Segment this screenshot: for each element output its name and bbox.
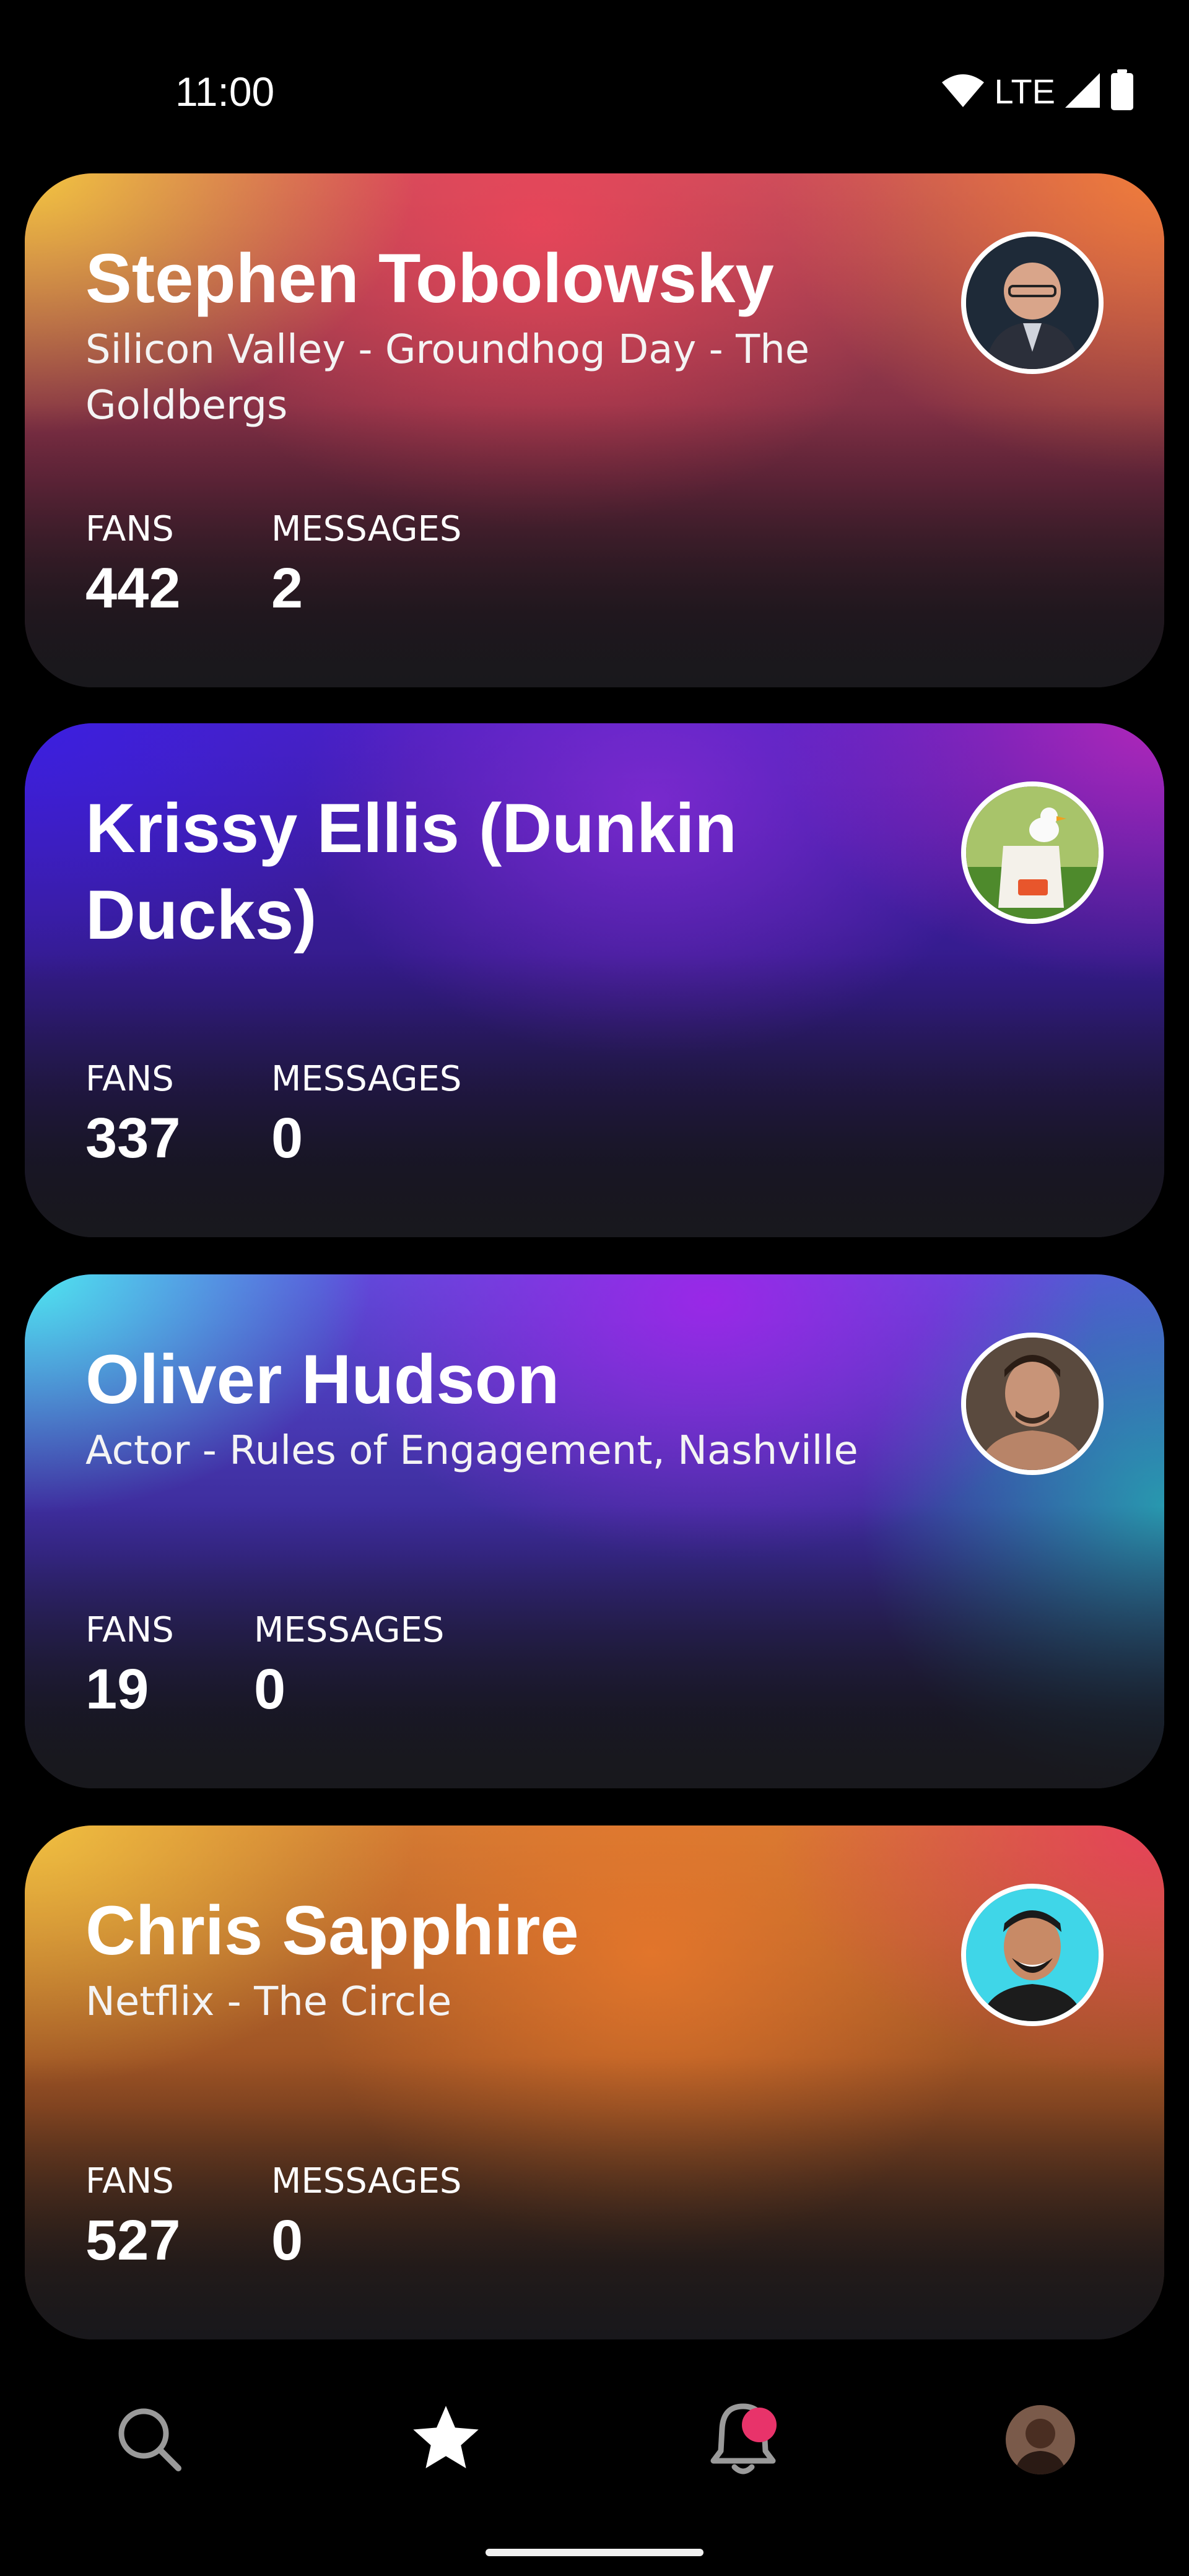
creator-card[interactable]: Oliver Hudson Actor - Rules of Engagemen… bbox=[25, 1274, 1164, 1788]
fans-label: FANS bbox=[85, 509, 174, 549]
search-icon bbox=[114, 2404, 183, 2476]
creator-card[interactable]: Chris Sapphire Netflix - The Circle FANS… bbox=[25, 1825, 1164, 2339]
fans-label: FANS bbox=[85, 1059, 174, 1099]
creator-name: Stephen Tobolowsky bbox=[85, 240, 774, 317]
fans-stat: FANS 19 bbox=[85, 1609, 174, 1720]
home-indicator[interactable] bbox=[486, 2549, 703, 2556]
battery-icon bbox=[1110, 69, 1135, 115]
messages-label: MESSAGES bbox=[271, 509, 462, 549]
notification-badge bbox=[742, 2408, 777, 2442]
messages-count: 0 bbox=[271, 2209, 303, 2272]
wifi-icon bbox=[941, 72, 985, 111]
creator-subtitle: Netflix - The Circle bbox=[85, 1979, 452, 2025]
messages-stat: MESSAGES 0 bbox=[271, 2160, 461, 2271]
creator-avatar[interactable] bbox=[961, 1884, 1104, 2026]
creator-card[interactable]: Krissy Ellis (Dunkin Ducks) FANS 337 MES… bbox=[25, 723, 1164, 1237]
nav-search-button[interactable] bbox=[99, 2390, 198, 2489]
fans-label: FANS bbox=[85, 1610, 174, 1650]
fans-stat: FANS 337 bbox=[85, 1058, 181, 1169]
nav-favorites-button[interactable] bbox=[396, 2390, 495, 2489]
status-bar: 11:00 LTE bbox=[0, 0, 1189, 161]
star-icon bbox=[407, 2400, 484, 2480]
fans-stat: FANS 527 bbox=[85, 2160, 181, 2271]
messages-stat: MESSAGES 2 bbox=[271, 508, 461, 619]
status-icons: LTE bbox=[941, 67, 1135, 116]
fans-count: 19 bbox=[85, 1658, 149, 1721]
signal-icon bbox=[1064, 72, 1101, 112]
nav-notifications-button[interactable] bbox=[694, 2390, 793, 2489]
messages-stat: MESSAGES 0 bbox=[271, 1058, 461, 1169]
creator-name: Krissy Ellis (Dunkin Ducks) bbox=[85, 790, 737, 954]
fans-stat: FANS 442 bbox=[85, 508, 181, 619]
bottom-nav bbox=[0, 2353, 1189, 2557]
creator-card[interactable]: Stephen Tobolowsky Silicon Valley - Grou… bbox=[25, 173, 1164, 687]
creator-name: Chris Sapphire bbox=[85, 1892, 579, 1969]
profile-avatar bbox=[1006, 2405, 1075, 2474]
fans-label: FANS bbox=[85, 2161, 174, 2201]
fans-count: 337 bbox=[85, 1107, 181, 1170]
network-type-label: LTE bbox=[994, 72, 1055, 111]
fans-count: 527 bbox=[85, 2209, 181, 2272]
creator-name: Oliver Hudson bbox=[85, 1341, 560, 1418]
messages-count: 0 bbox=[254, 1658, 286, 1721]
fans-count: 442 bbox=[85, 557, 181, 620]
status-time: 11:00 bbox=[175, 69, 275, 115]
messages-count: 0 bbox=[271, 1107, 303, 1170]
creator-avatar[interactable] bbox=[961, 781, 1104, 924]
messages-count: 2 bbox=[271, 557, 303, 620]
creator-avatar[interactable] bbox=[961, 1333, 1104, 1475]
messages-label: MESSAGES bbox=[271, 2161, 462, 2201]
creator-subtitle: Actor - Rules of Engagement, Nashville bbox=[85, 1428, 858, 1474]
creator-subtitle: Silicon Valley - Groundhog Day - The Gol… bbox=[85, 327, 810, 429]
messages-stat: MESSAGES 0 bbox=[254, 1609, 444, 1720]
nav-profile-button[interactable] bbox=[991, 2390, 1090, 2489]
messages-label: MESSAGES bbox=[254, 1610, 445, 1650]
creator-avatar[interactable] bbox=[961, 232, 1104, 374]
messages-label: MESSAGES bbox=[271, 1059, 462, 1099]
